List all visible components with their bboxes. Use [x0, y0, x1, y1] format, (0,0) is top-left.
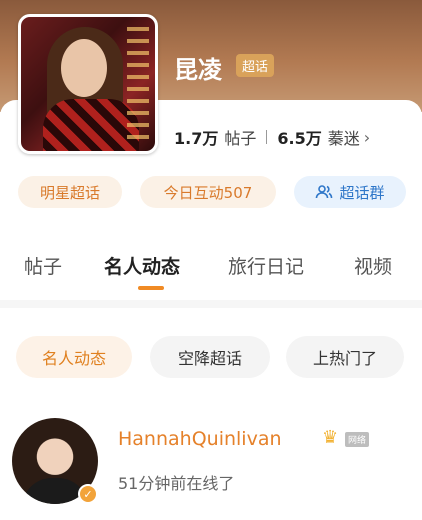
active-tab-indicator [138, 286, 164, 290]
fans-label: 蓁迷 [327, 129, 360, 148]
tab-travel-diary[interactable]: 旅行日记 [228, 252, 304, 279]
topic-cover-image[interactable] [18, 14, 158, 154]
cover-lights [127, 27, 149, 147]
filter-airdrop-supertopic[interactable]: 空降超话 [150, 336, 270, 378]
posts-count: 1.7万 [174, 129, 219, 148]
verified-badge-icon: ✓ [78, 484, 98, 504]
fans-count: 6.5万 [277, 129, 322, 148]
star-supertopic-pill[interactable]: 明星超话 [18, 176, 122, 208]
chevron-right-icon: › [363, 127, 371, 147]
filter-label: 名人动态 [41, 349, 106, 368]
daily-interaction-pill[interactable]: 今日互动507 [140, 176, 276, 208]
tab-posts[interactable]: 帖子 [24, 252, 62, 279]
pill-label: 今日互动507 [163, 183, 253, 202]
filter-trending[interactable]: 上热门了 [286, 336, 404, 378]
group-icon [316, 185, 333, 199]
filter-celebrity-updates[interactable]: 名人动态 [16, 336, 132, 378]
supertopic-group-pill[interactable]: 超话群 [294, 176, 406, 208]
cover-face [61, 39, 107, 97]
supertopic-badge: 超话 [236, 54, 275, 77]
filter-label: 上热门了 [312, 349, 377, 368]
cover-sweater [43, 99, 139, 151]
user-tag: 网络 [345, 432, 370, 447]
pill-label: 明星超话 [39, 183, 100, 202]
topic-title: 昆凌 [174, 56, 222, 84]
tab-celebrity-updates[interactable]: 名人动态 [104, 252, 180, 279]
tab-video[interactable]: 视频 [354, 252, 392, 279]
filter-label: 空降超话 [177, 349, 242, 368]
online-status: 51分钟前在线了 [118, 474, 235, 493]
post-username[interactable]: HannahQuinlivan [118, 428, 282, 450]
crown-icon: ♛ [322, 427, 339, 448]
section-divider [0, 300, 422, 308]
posts-label: 帖子 [224, 129, 257, 148]
pill-label: 超话群 [339, 183, 385, 202]
tab-bar: 帖子 名人动态 旅行日记 视频 [0, 240, 422, 300]
topic-stats[interactable]: 1.7万 帖子 6.5万 蓁迷 › [174, 125, 370, 149]
stats-divider [266, 130, 268, 144]
